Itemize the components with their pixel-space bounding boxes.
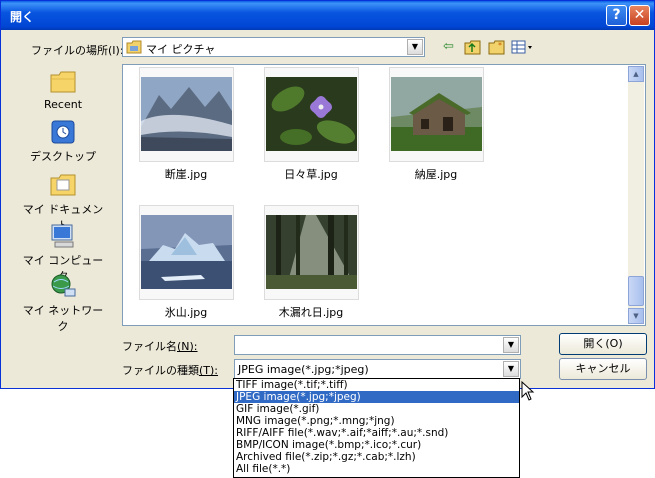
lookin-label: ファイルの場所(I): <box>31 44 124 57</box>
lookin-combo[interactable]: マイ ピクチャ ▼ <box>122 37 425 57</box>
file-thumbnail[interactable] <box>139 205 234 300</box>
filename-combo[interactable]: ▼ <box>234 335 521 355</box>
filetype-dropdown-list[interactable]: TIFF image(*.tif;*.tiff) JPEG image(*.jp… <box>233 378 520 478</box>
filetype-option[interactable]: BMP/ICON image(*.bmp;*.ico;*.cur) <box>234 439 519 451</box>
filetype-value: JPEG image(*.jpg;*jpeg) <box>238 363 369 376</box>
back-icon[interactable]: ⇦ <box>443 39 454 55</box>
filetype-option[interactable]: MNG image(*.png;*.mng;*jng) <box>234 415 519 427</box>
open-button[interactable]: 開く(O) <box>559 333 647 355</box>
file-thumbnail[interactable] <box>139 67 234 162</box>
file-thumbnail[interactable] <box>389 67 484 162</box>
file-thumbnail[interactable] <box>264 205 359 300</box>
recent-folder-icon <box>50 71 76 93</box>
svg-text:*: * <box>498 41 502 50</box>
chevron-down-icon: ▼ <box>507 340 515 349</box>
my-computer-icon <box>51 224 74 248</box>
mouse-cursor-icon <box>521 381 535 401</box>
place-label: Recent <box>43 98 83 111</box>
my-network-icon <box>51 274 76 297</box>
open-dialog: 開く ? ✕ ファイルの場所(I): マイ ピクチャ ▼ ⇦ * Recent … <box>0 0 655 389</box>
place-my-network[interactable]: マイ ネットワーク <box>18 272 108 334</box>
my-pictures-folder-icon <box>126 40 142 54</box>
filetype-option[interactable]: GIF image(*.gif) <box>234 403 519 415</box>
my-documents-icon <box>50 174 76 196</box>
desktop-icon <box>51 120 75 144</box>
vertical-scrollbar[interactable]: ▲ ▼ <box>628 66 644 324</box>
sunbeams-forest-image <box>266 215 357 289</box>
cliff-image <box>141 77 232 151</box>
place-label: デスクトップ <box>30 150 96 163</box>
close-button[interactable]: ✕ <box>629 5 650 26</box>
filetype-option[interactable]: RIFF/AIFF file(*.wav;*.aif;*aiff;*.au;*.… <box>234 427 519 439</box>
filetype-label: ファイルの種類(T): <box>122 364 219 377</box>
cancel-button[interactable]: キャンセル <box>559 358 647 380</box>
file-name-label: 日々草.jpg <box>284 168 338 181</box>
scroll-down-button[interactable]: ▼ <box>628 308 644 324</box>
chevron-up-icon: ▲ <box>633 70 639 78</box>
places-bar: Recent デスクトップ マイ ドキュメント マイ コンピュータ マイ ネット… <box>18 64 108 333</box>
file-list-view[interactable]: 断崖.jpg 日々草.jpg 納屋.jpg 氷山.jpg 木漏れ日.jpg ▲ … <box>122 64 646 326</box>
lookin-value: マイ ピクチャ <box>146 43 216 56</box>
filename-dropdown-arrow[interactable]: ▼ <box>503 337 519 353</box>
filetype-option-selected[interactable]: JPEG image(*.jpg;*jpeg) <box>234 391 519 403</box>
window-title: 開く <box>10 10 35 24</box>
up-folder-icon[interactable] <box>464 39 482 55</box>
close-icon: ✕ <box>633 7 646 23</box>
file-name-label: 断崖.jpg <box>164 168 208 181</box>
place-desktop[interactable]: デスクトップ <box>18 118 108 164</box>
filetype-option[interactable]: Archived file(*.zip;*.gz;*.cab;*.lzh) <box>234 451 519 463</box>
chevron-down-icon: ▼ <box>633 312 639 320</box>
chevron-down-icon: ▼ <box>507 364 515 373</box>
filename-label: ファイル名(N): <box>122 340 198 353</box>
iceberg-image <box>141 215 232 289</box>
filetype-option[interactable]: All file(*.*) <box>234 463 519 475</box>
view-menu-icon[interactable] <box>511 39 535 55</box>
scroll-up-button[interactable]: ▲ <box>628 66 644 82</box>
filetype-dropdown-arrow[interactable]: ▼ <box>503 361 519 377</box>
place-recent[interactable]: Recent <box>18 68 108 111</box>
chevron-down-icon: ▼ <box>411 42 419 51</box>
scroll-thumb[interactable] <box>628 276 644 306</box>
barn-image <box>391 77 482 151</box>
filetype-combo[interactable]: JPEG image(*.jpg;*jpeg) ▼ <box>234 359 521 379</box>
help-button[interactable]: ? <box>606 5 627 26</box>
title-bar[interactable]: 開く ? ✕ <box>1 1 654 30</box>
file-thumbnail[interactable] <box>264 67 359 162</box>
file-name-label: 納屋.jpg <box>414 168 458 181</box>
new-folder-icon[interactable]: * <box>488 39 506 55</box>
place-label: マイ ネットワーク <box>22 304 104 333</box>
file-name-label: 氷山.jpg <box>164 306 208 319</box>
lookin-dropdown-arrow[interactable]: ▼ <box>407 39 423 55</box>
filetype-option[interactable]: TIFF image(*.tif;*.tiff) <box>234 379 519 391</box>
file-name-label: 木漏れ日.jpg <box>278 306 344 319</box>
periwinkle-image <box>266 77 357 151</box>
